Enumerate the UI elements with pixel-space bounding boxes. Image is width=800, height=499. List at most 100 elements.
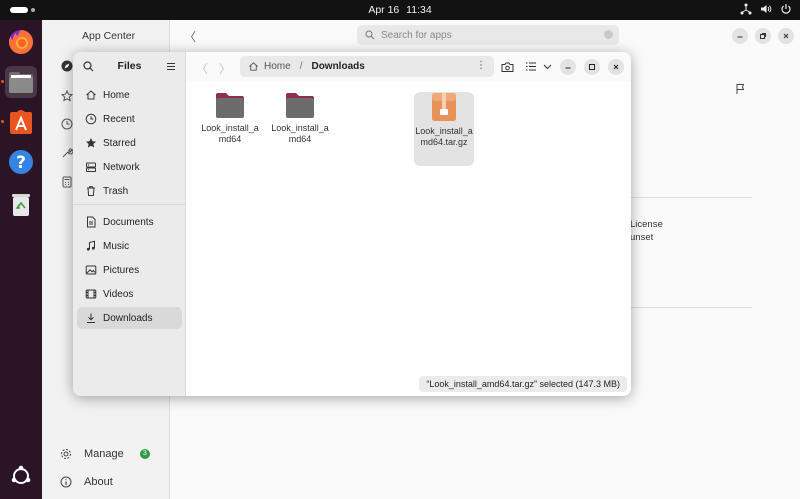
sidebar-item-videos[interactable]: Videos <box>77 283 182 305</box>
file-name: Look_install_amd64 <box>201 123 259 144</box>
search-icon <box>365 30 375 40</box>
back-button[interactable]: 〈 <box>184 28 196 45</box>
top-bar: Apr 16 11:34 <box>0 0 800 20</box>
sidebar-item-trash[interactable]: Trash <box>77 180 182 202</box>
selection-status: “Look_install_amd64.tar.gz” selected (14… <box>419 376 627 392</box>
path-home[interactable]: Home <box>264 61 291 72</box>
updates-badge: 3 <box>139 449 150 459</box>
view-options-button[interactable] <box>538 58 556 75</box>
home-icon <box>249 62 258 71</box>
sidebar-item-pictures[interactable]: Pictures <box>77 259 182 281</box>
app-search-field[interactable]: Search for apps <box>357 25 619 45</box>
gear-icon <box>61 449 71 459</box>
sidebar-item-recent[interactable]: Recent <box>77 108 182 130</box>
archive-icon <box>432 93 456 121</box>
picture-icon <box>85 265 97 275</box>
app-center-close-button[interactable] <box>778 28 794 44</box>
star-icon <box>86 138 96 148</box>
chevron-down-icon <box>543 64 551 69</box>
music-icon <box>86 240 95 251</box>
dock-help[interactable]: ? <box>5 146 37 178</box>
license-value: unset <box>630 232 654 243</box>
sidebar-item-label: Pictures <box>103 264 140 276</box>
dock-running-indicator <box>1 80 4 83</box>
files-toolbar: 〈 〉 Home / Downloads ⋮ <box>186 52 631 82</box>
network-icon <box>86 162 96 172</box>
clear-search-icon[interactable] <box>604 30 613 39</box>
star-icon[interactable] <box>61 90 73 102</box>
dock-firefox[interactable] <box>5 26 37 58</box>
file-item-folder[interactable]: Look_install_amd64 <box>270 92 330 166</box>
explore-icon[interactable] <box>61 60 73 72</box>
app-search-placeholder: Search for apps <box>381 29 452 41</box>
sidebar-item-home[interactable]: Home <box>77 84 182 106</box>
manage-nav-item[interactable]: Manage 3 <box>60 448 150 460</box>
clock[interactable]: Apr 16 11:34 <box>0 4 800 16</box>
wrench-icon[interactable] <box>61 147 73 159</box>
sidebar-item-starred[interactable]: Starred <box>77 132 182 154</box>
trash-icon <box>12 194 30 216</box>
app-center-icon <box>10 110 32 134</box>
report-flag-icon[interactable] <box>735 83 746 95</box>
dock-app-center[interactable] <box>5 106 37 138</box>
file-item-archive[interactable]: Look_install_amd64.tar.gz <box>414 92 474 166</box>
path-current[interactable]: Downloads <box>311 61 364 72</box>
clock-icon <box>85 113 97 125</box>
document-icon <box>87 216 96 228</box>
maximize-icon <box>589 64 595 70</box>
manage-label: Manage <box>84 448 124 460</box>
video-icon <box>85 289 97 299</box>
files-main: 〈 〉 Home / Downloads ⋮ Look_install_amd6… <box>186 52 631 396</box>
show-apps-button[interactable] <box>5 460 37 492</box>
sidebar-item-network[interactable]: Network <box>77 156 182 178</box>
path-menu-button[interactable]: ⋮ <box>476 60 486 71</box>
clock-time: 11:34 <box>406 4 432 16</box>
hamburger-menu-icon[interactable] <box>166 62 176 71</box>
dock: ? <box>0 20 42 499</box>
files-icon <box>9 72 33 93</box>
files-maximize-button[interactable] <box>584 59 600 75</box>
home-icon <box>86 90 96 100</box>
sidebar-item-label: Trash <box>103 185 129 197</box>
list-view-icon <box>526 62 536 71</box>
sidebar-item-downloads[interactable]: Downloads <box>77 307 182 329</box>
about-nav-item[interactable]: About <box>60 476 113 488</box>
minimize-icon <box>565 67 571 69</box>
volume-icon <box>761 5 772 13</box>
about-label: About <box>84 476 113 488</box>
app-center-minimize-button[interactable] <box>732 28 748 44</box>
restore-icon <box>760 33 766 39</box>
sidebar-item-label: Downloads <box>103 312 153 324</box>
dock-trash[interactable] <box>5 188 37 220</box>
firefox-icon <box>9 30 33 54</box>
license-label: License <box>630 219 663 230</box>
file-name: Look_install_amd64 <box>271 123 329 144</box>
files-window: Files Home Recent Starred Network Trash … <box>73 52 631 396</box>
files-minimize-button[interactable] <box>560 59 576 75</box>
close-icon <box>783 33 789 39</box>
back-button[interactable]: 〈 <box>196 60 208 77</box>
sidebar-item-documents[interactable]: Documents <box>77 211 182 233</box>
sidebar-item-music[interactable]: Music <box>77 235 182 257</box>
app-center-restore-button[interactable] <box>755 28 771 44</box>
clock-date: Apr 16 <box>368 4 400 16</box>
sidebar-item-label: Documents <box>103 216 154 228</box>
folder-camera-icon <box>501 62 513 72</box>
close-icon <box>613 64 619 70</box>
path-bar[interactable]: Home / Downloads ⋮ <box>240 56 494 77</box>
folder-icon <box>286 93 314 118</box>
clock-icon[interactable] <box>61 118 73 130</box>
file-item-folder[interactable]: Look_install_amd64 <box>200 92 260 166</box>
system-tray[interactable] <box>740 3 792 15</box>
dock-files[interactable] <box>5 66 37 98</box>
new-folder-button[interactable] <box>498 58 516 75</box>
files-sidebar-header: Files <box>73 52 186 80</box>
calculator-icon[interactable] <box>61 176 73 188</box>
sidebar-item-label: Starred <box>103 137 136 149</box>
sidebar-item-label: Music <box>103 240 130 252</box>
app-center-title: App Center <box>82 30 136 42</box>
ubuntu-logo-icon <box>11 465 31 484</box>
files-close-button[interactable] <box>608 59 624 75</box>
forward-button[interactable]: 〉 <box>219 60 231 77</box>
minimize-icon <box>737 36 743 38</box>
